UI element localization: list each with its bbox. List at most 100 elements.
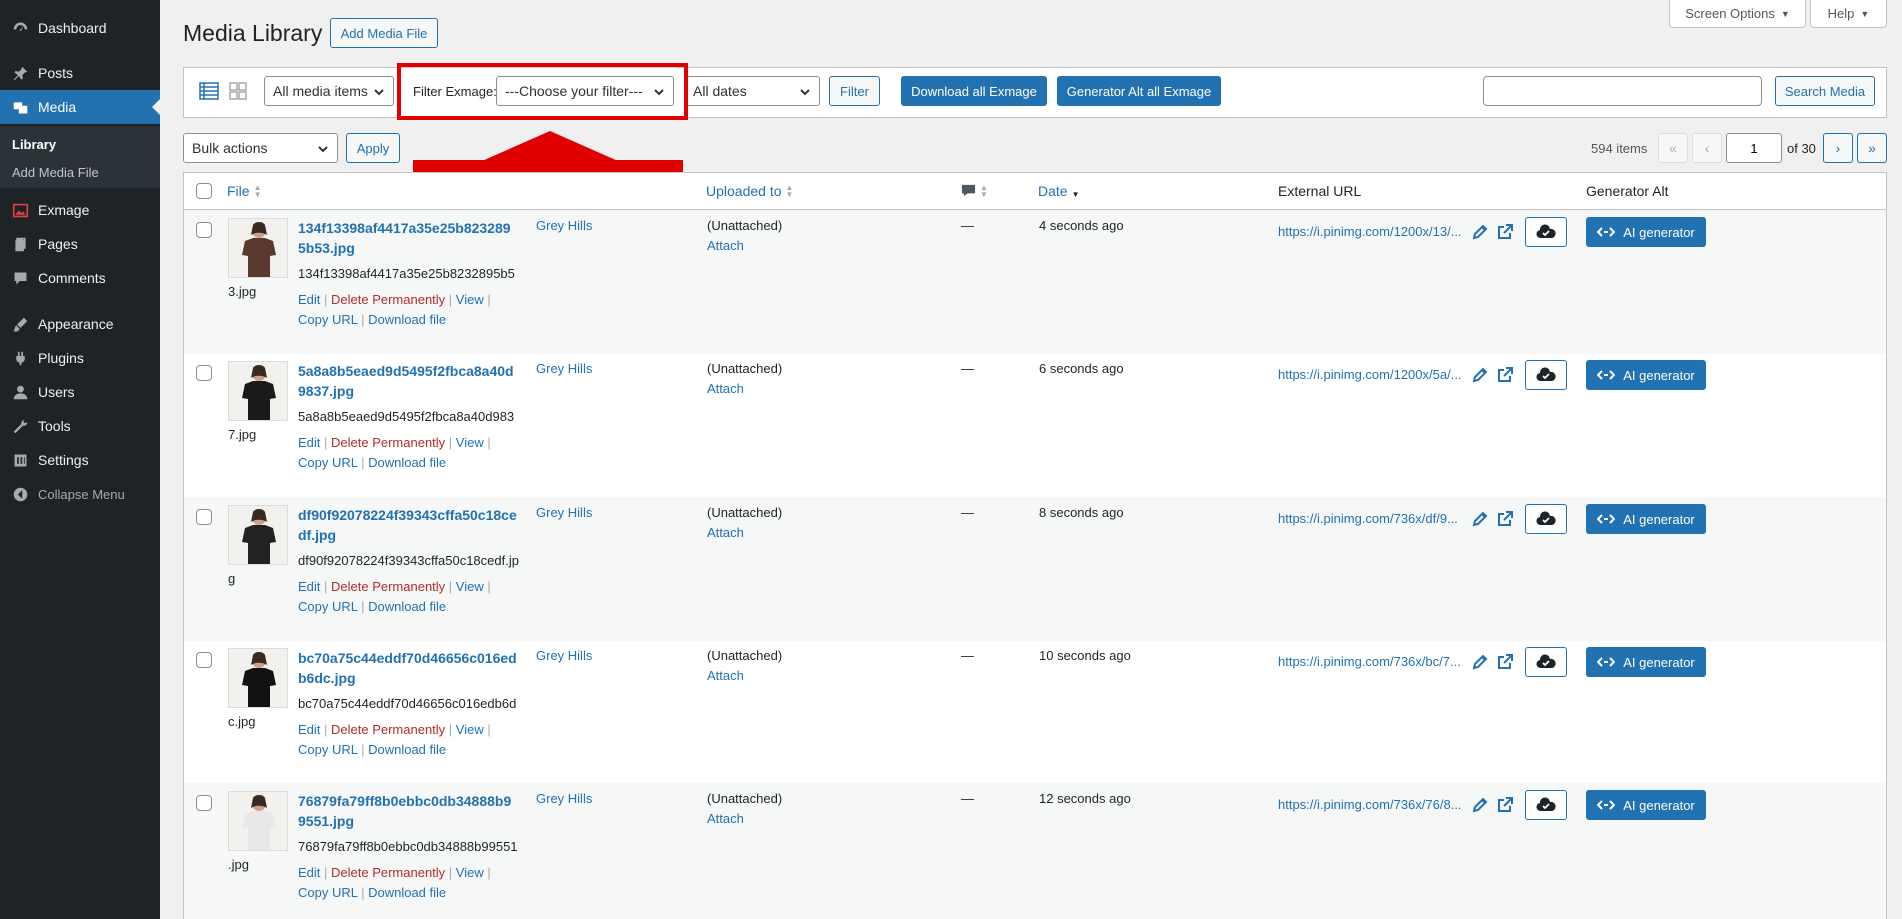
ai-generator-button[interactable]: AI generator: [1586, 217, 1706, 247]
help-button[interactable]: Help ▼: [1810, 0, 1887, 28]
external-url-link[interactable]: https://i.pinimg.com/1200x/13/...: [1278, 224, 1468, 239]
pencil-icon[interactable]: [1471, 223, 1489, 241]
sidebar-item-posts[interactable]: Posts: [0, 56, 160, 90]
edit-link[interactable]: Edit: [298, 865, 320, 880]
column-uploaded-to[interactable]: Uploaded to ▲ ▼: [706, 183, 793, 199]
column-file[interactable]: File ▲ ▼: [227, 183, 261, 199]
external-link-icon[interactable]: [1496, 510, 1514, 528]
delete-permanently-link[interactable]: Delete Permanently: [331, 435, 445, 450]
author-link[interactable]: Grey Hills: [536, 361, 592, 376]
sidebar-item-exmage[interactable]: Exmage: [0, 193, 160, 227]
ai-generator-button[interactable]: AI generator: [1586, 504, 1706, 534]
delete-permanently-link[interactable]: Delete Permanently: [331, 292, 445, 307]
download-all-exmage-button[interactable]: Download all Exmage: [901, 76, 1047, 106]
attach-link[interactable]: Attach: [707, 811, 744, 826]
filter-button[interactable]: Filter: [829, 76, 880, 106]
cloud-download-button[interactable]: [1525, 647, 1567, 677]
pencil-icon[interactable]: [1471, 796, 1489, 814]
external-link-icon[interactable]: [1496, 796, 1514, 814]
prev-page-button[interactable]: ‹: [1692, 133, 1722, 163]
copy-url-link[interactable]: Copy URL: [298, 599, 357, 614]
sidebar-item-pages[interactable]: Pages: [0, 227, 160, 261]
cloud-download-button[interactable]: [1525, 217, 1567, 247]
media-thumbnail[interactable]: [228, 791, 288, 851]
file-title-link[interactable]: df90f92078224f39343cffa50c18cedf.jpg: [298, 505, 518, 545]
media-thumbnail[interactable]: [228, 505, 288, 565]
external-link-icon[interactable]: [1496, 366, 1514, 384]
copy-url-link[interactable]: Copy URL: [298, 312, 357, 327]
download-file-link[interactable]: Download file: [368, 312, 446, 327]
sidebar-item-comments[interactable]: Comments: [0, 261, 160, 295]
sidebar-item-users[interactable]: Users: [0, 375, 160, 409]
media-thumbnail[interactable]: [228, 648, 288, 708]
search-media-input[interactable]: [1483, 76, 1762, 106]
cloud-download-button[interactable]: [1525, 790, 1567, 820]
ai-generator-button[interactable]: AI generator: [1586, 647, 1706, 677]
author-link[interactable]: Grey Hills: [536, 218, 592, 233]
delete-permanently-link[interactable]: Delete Permanently: [331, 579, 445, 594]
sidebar-item-dashboard[interactable]: Dashboard: [0, 11, 160, 45]
external-url-link[interactable]: https://i.pinimg.com/736x/76/8...: [1278, 797, 1468, 812]
file-title-link[interactable]: bc70a75c44eddf70d46656c016edb6dc.jpg: [298, 648, 518, 688]
view-link[interactable]: View: [456, 435, 484, 450]
pencil-icon[interactable]: [1471, 653, 1489, 671]
search-media-button[interactable]: Search Media: [1775, 76, 1875, 106]
file-title-link[interactable]: 76879fa79ff8b0ebbc0db34888b99551.jpg: [298, 791, 518, 831]
row-checkbox[interactable]: [196, 365, 212, 381]
edit-link[interactable]: Edit: [298, 435, 320, 450]
external-url-link[interactable]: https://i.pinimg.com/1200x/5a/...: [1278, 367, 1468, 382]
attach-link[interactable]: Attach: [707, 238, 744, 253]
view-link[interactable]: View: [456, 722, 484, 737]
sidebar-item-appearance[interactable]: Appearance: [0, 307, 160, 341]
date-filter-select[interactable]: All dates: [684, 76, 820, 106]
sidebar-item-settings[interactable]: Settings: [0, 443, 160, 477]
delete-permanently-link[interactable]: Delete Permanently: [331, 722, 445, 737]
row-checkbox[interactable]: [196, 652, 212, 668]
sidebar-item-plugins[interactable]: Plugins: [0, 341, 160, 375]
apply-button[interactable]: Apply: [346, 133, 400, 163]
select-all-checkbox[interactable]: [196, 183, 212, 199]
ai-generator-button[interactable]: AI generator: [1586, 790, 1706, 820]
file-title-link[interactable]: 5a8a8b5eaed9d5495f2fbca8a40d9837.jpg: [298, 361, 518, 401]
attach-link[interactable]: Attach: [707, 668, 744, 683]
bulk-actions-select[interactable]: Bulk actions: [183, 133, 338, 163]
view-link[interactable]: View: [456, 865, 484, 880]
external-link-icon[interactable]: [1496, 653, 1514, 671]
view-link[interactable]: View: [456, 579, 484, 594]
pencil-icon[interactable]: [1471, 510, 1489, 528]
download-file-link[interactable]: Download file: [368, 599, 446, 614]
row-checkbox[interactable]: [196, 509, 212, 525]
row-checkbox[interactable]: [196, 222, 212, 238]
media-thumbnail[interactable]: [228, 218, 288, 278]
submenu-add-media-file[interactable]: Add Media File: [12, 165, 99, 180]
download-file-link[interactable]: Download file: [368, 885, 446, 900]
external-url-link[interactable]: https://i.pinimg.com/736x/bc/7...: [1278, 654, 1468, 669]
screen-options-button[interactable]: Screen Options ▼: [1669, 0, 1806, 28]
row-checkbox[interactable]: [196, 795, 212, 811]
delete-permanently-link[interactable]: Delete Permanently: [331, 865, 445, 880]
file-title-link[interactable]: 134f13398af4417a35e25b8232895b53.jpg: [298, 218, 518, 258]
sidebar-item-tools[interactable]: Tools: [0, 409, 160, 443]
add-media-file-button[interactable]: Add Media File: [330, 18, 438, 48]
first-page-button[interactable]: «: [1658, 133, 1688, 163]
download-file-link[interactable]: Download file: [368, 455, 446, 470]
media-type-select[interactable]: All media items: [264, 76, 394, 106]
next-page-button[interactable]: ›: [1823, 133, 1853, 163]
external-url-link[interactable]: https://i.pinimg.com/736x/df/9...: [1278, 511, 1468, 526]
edit-link[interactable]: Edit: [298, 292, 320, 307]
ai-generator-button[interactable]: AI generator: [1586, 360, 1706, 390]
download-file-link[interactable]: Download file: [368, 742, 446, 757]
sidebar-item-media[interactable]: Media: [0, 90, 160, 124]
edit-link[interactable]: Edit: [298, 579, 320, 594]
cloud-download-button[interactable]: [1525, 360, 1567, 390]
copy-url-link[interactable]: Copy URL: [298, 742, 357, 757]
attach-link[interactable]: Attach: [707, 525, 744, 540]
pencil-icon[interactable]: [1471, 366, 1489, 384]
author-link[interactable]: Grey Hills: [536, 791, 592, 806]
edit-link[interactable]: Edit: [298, 722, 320, 737]
last-page-button[interactable]: »: [1857, 133, 1887, 163]
sidebar-collapse-menu[interactable]: Collapse Menu: [0, 477, 160, 511]
cloud-download-button[interactable]: [1525, 504, 1567, 534]
column-comments[interactable]: ▲ ▼: [961, 183, 988, 198]
media-thumbnail[interactable]: [228, 361, 288, 421]
